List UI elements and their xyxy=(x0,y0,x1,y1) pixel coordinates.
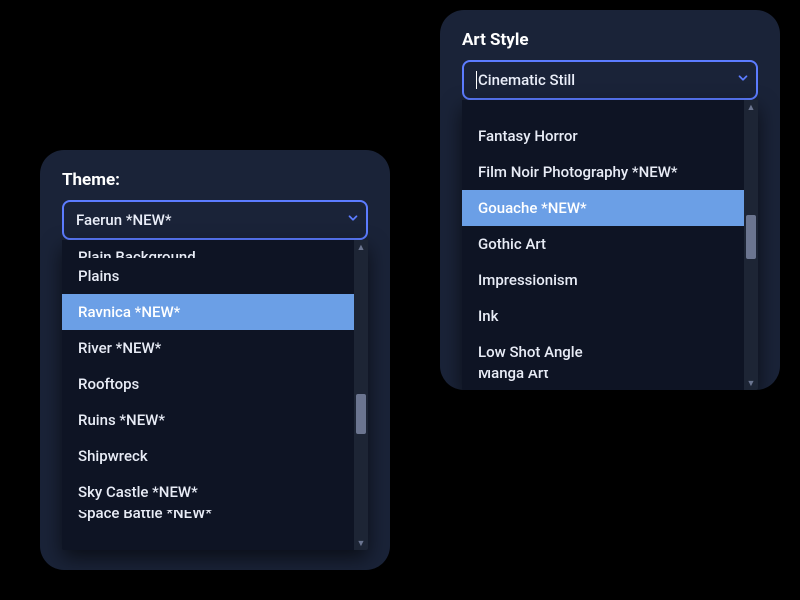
theme-option[interactable]: Shipwreck xyxy=(62,438,354,474)
theme-option[interactable]: Plains xyxy=(62,258,354,294)
artstyle-option-label: Fantasy Horror xyxy=(478,127,578,145)
scroll-up-icon[interactable]: ▲ xyxy=(354,240,368,254)
theme-option[interactable]: Ruins *NEW* xyxy=(62,402,354,438)
artstyle-option[interactable]: Manga Art xyxy=(462,370,744,390)
scroll-up-icon[interactable]: ▲ xyxy=(744,100,758,114)
artstyle-option[interactable]: Impressionism xyxy=(462,262,744,298)
artstyle-panel: Art Style Cinematic Still Fantasy Horror… xyxy=(440,10,780,390)
theme-dropdown-viewport: Plain Background Plains Ravnica *NEW* Ri… xyxy=(62,240,354,550)
theme-label: Theme: xyxy=(62,170,368,190)
artstyle-option[interactable]: Gouache *NEW* xyxy=(462,190,744,226)
artstyle-option-label: Ink xyxy=(478,307,498,325)
chevron-down-icon xyxy=(346,211,360,229)
theme-option-label: Plain Background xyxy=(78,248,196,258)
artstyle-option[interactable]: Ink xyxy=(462,298,744,334)
artstyle-option[interactable]: Film Noir Photography *NEW* xyxy=(462,154,744,190)
artstyle-option-label: Impressionism xyxy=(478,271,578,289)
theme-select-value: Faerun *NEW* xyxy=(76,211,171,229)
theme-option-label: Ruins *NEW* xyxy=(78,411,165,429)
artstyle-scrollbar[interactable]: ▲ ▼ xyxy=(744,100,758,390)
artstyle-option-label: Gothic Art xyxy=(478,235,546,253)
theme-option-label: Shipwreck xyxy=(78,447,148,465)
theme-dropdown: Plain Background Plains Ravnica *NEW* Ri… xyxy=(62,240,368,550)
artstyle-option-label: Gouache *NEW* xyxy=(478,199,587,217)
scroll-down-icon[interactable]: ▼ xyxy=(354,536,368,550)
theme-option[interactable]: Rooftops xyxy=(62,366,354,402)
theme-option[interactable]: River *NEW* xyxy=(62,330,354,366)
artstyle-option[interactable]: Low Shot Angle xyxy=(462,334,744,370)
artstyle-option[interactable] xyxy=(462,100,744,118)
artstyle-option-label: Low Shot Angle xyxy=(478,343,583,361)
artstyle-scrollbar-thumb[interactable] xyxy=(746,215,756,259)
artstyle-option-label: Film Noir Photography *NEW* xyxy=(478,163,678,181)
theme-option[interactable]: Ravnica *NEW* xyxy=(62,294,354,330)
theme-option-label: Sky Castle *NEW* xyxy=(78,483,198,501)
artstyle-select[interactable]: Cinematic Still xyxy=(462,60,758,100)
artstyle-label: Art Style xyxy=(462,30,758,50)
theme-option-label: Rooftops xyxy=(78,375,139,393)
theme-option-label: Space Battle *NEW* xyxy=(78,510,212,522)
theme-option[interactable]: Sky Castle *NEW* xyxy=(62,474,354,510)
artstyle-option[interactable]: Fantasy Horror xyxy=(462,118,744,154)
theme-scrollbar-thumb[interactable] xyxy=(356,394,366,434)
scroll-down-icon[interactable]: ▼ xyxy=(744,376,758,390)
theme-option-label: River *NEW* xyxy=(78,339,161,357)
theme-option-label: Ravnica *NEW* xyxy=(78,303,180,321)
theme-scrollbar[interactable]: ▲ ▼ xyxy=(354,240,368,550)
theme-option[interactable]: Space Battle *NEW* xyxy=(62,510,354,530)
artstyle-option-label: Manga Art xyxy=(478,370,548,382)
artstyle-dropdown-viewport: Fantasy Horror Film Noir Photography *NE… xyxy=(462,100,744,390)
text-cursor xyxy=(476,71,477,89)
theme-select[interactable]: Faerun *NEW* xyxy=(62,200,368,240)
theme-option-label: Plains xyxy=(78,267,119,285)
artstyle-dropdown: Fantasy Horror Film Noir Photography *NE… xyxy=(462,100,758,390)
theme-panel: Theme: Faerun *NEW* Plain Background Pla… xyxy=(40,150,390,570)
artstyle-option[interactable]: Gothic Art xyxy=(462,226,744,262)
artstyle-select-value: Cinematic Still xyxy=(478,71,575,89)
chevron-down-icon xyxy=(736,71,750,89)
theme-option[interactable]: Plain Background xyxy=(62,240,354,258)
